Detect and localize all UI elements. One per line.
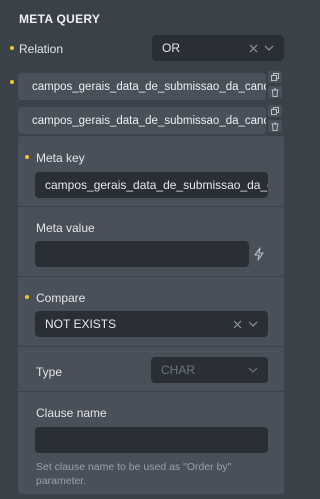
clause-name-input[interactable] [35, 427, 268, 453]
divider [18, 206, 284, 207]
chevron-down-icon [248, 321, 258, 327]
relation-value: OR [162, 41, 180, 55]
clause-name-help: Set clause name to be used as "Order by"… [36, 460, 231, 488]
query-item-expanded[interactable]: campos_gerais_data_de_submissao_da_candi… [18, 107, 266, 134]
chevron-down-icon [248, 367, 258, 373]
relation-label: Relation [19, 42, 64, 56]
copy-icon [271, 107, 279, 115]
clause-name-label: Clause name [36, 406, 107, 420]
trash-icon [271, 88, 279, 97]
query-item-label: campos_gerais_data_de_submissao_da_candi… [32, 80, 266, 93]
compare-select[interactable]: NOT EXISTS [35, 311, 268, 337]
required-dot [10, 80, 14, 84]
meta-value-label: Meta value [36, 221, 95, 235]
meta-key-input[interactable]: campos_gerais_data_de_submissao_da_candi… [35, 172, 268, 198]
copy-icon [271, 73, 279, 81]
meta-key-value: campos_gerais_data_de_submissao_da_candi… [45, 178, 268, 192]
meta-value-input[interactable] [35, 241, 249, 267]
type-value: CHAR [161, 363, 196, 377]
relation-select[interactable]: OR [152, 35, 284, 61]
chevron-down-icon [264, 45, 274, 51]
divider [18, 391, 284, 392]
compare-value: NOT EXISTS [45, 317, 117, 331]
clause-name-help-line: parameter. [36, 475, 87, 487]
query-item[interactable]: campos_gerais_data_de_submissao_da_candi… [18, 73, 266, 100]
trash-icon [271, 122, 279, 131]
copy-button[interactable] [268, 71, 282, 83]
query-item-label: campos_gerais_data_de_submissao_da_candi… [32, 114, 266, 127]
clause-name-help-line: Set clause name to be used as "Order by" [36, 461, 232, 473]
copy-button[interactable] [268, 105, 282, 117]
required-dot [25, 155, 29, 159]
divider [18, 276, 284, 277]
type-select[interactable]: CHAR [151, 357, 268, 383]
meta-key-label: Meta key [36, 151, 85, 165]
type-label: Type [36, 365, 63, 379]
required-dot [25, 295, 29, 299]
delete-button[interactable] [268, 120, 282, 132]
required-dot [10, 46, 14, 50]
delete-button[interactable] [268, 86, 282, 98]
close-icon[interactable] [249, 44, 258, 53]
section-title: META QUERY [19, 12, 101, 26]
close-icon[interactable] [233, 320, 242, 329]
compare-label: Compare [36, 291, 86, 305]
dynamic-data-icon[interactable] [253, 247, 265, 261]
divider [18, 346, 284, 347]
